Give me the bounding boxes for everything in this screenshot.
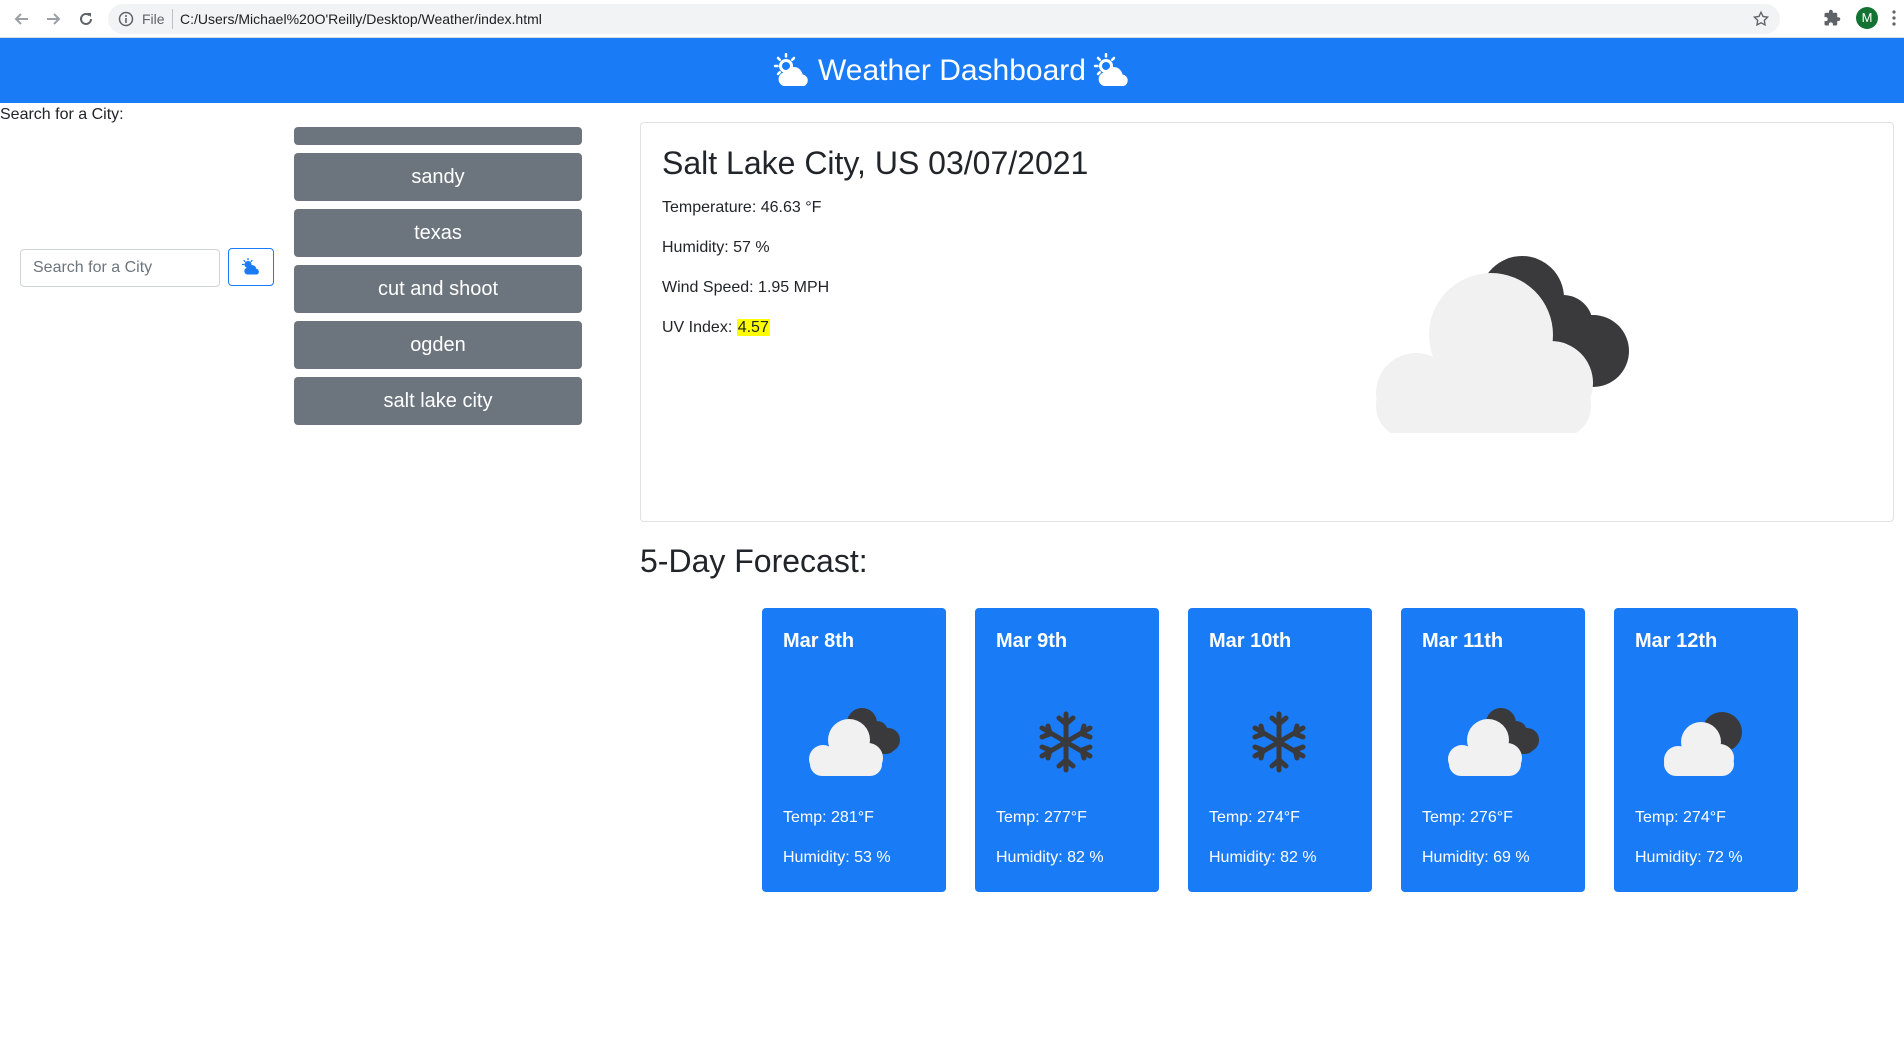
search-history: sandy texas cut and shoot ogden salt lak… [294,127,582,425]
browser-toolbar: File C:/Users/Michael%20O'Reilly/Desktop… [0,0,1904,38]
forecast-humidity: Humidity: 82 % [1209,849,1317,866]
forecast-humidity: Humidity: 53 % [783,849,891,866]
history-button-sandy[interactable]: sandy [294,153,582,201]
page-title: Weather Dashboard [818,53,1086,87]
forecast-card: Mar 11th Temp: 276°F Humidity: 69 % [1401,608,1585,892]
uv-value-badge: 4.57 [736,319,770,336]
forecast-temp: Temp: 276°F [1422,809,1513,826]
clouds-icon [1448,708,1539,776]
forecast-card: Mar 10th Temp: 274°F Humidity: 82 % [1188,608,1372,892]
cloud-sun-icon [773,52,808,86]
forecast-date: Mar 8th [783,630,855,652]
menu-dots-icon[interactable] [1892,10,1896,26]
cloud-moon-icon [1664,712,1742,776]
reload-icon[interactable] [74,7,98,31]
history-button-empty[interactable] [294,127,582,145]
forecast-humidity: Humidity: 82 % [996,849,1104,866]
forecast-date: Mar 10th [1209,630,1292,652]
search-button[interactable] [228,248,274,286]
history-button-ogden[interactable]: ogden [294,321,582,369]
extensions-puzzle-icon[interactable] [1823,9,1841,27]
current-humidity: Humidity: 57 % [662,239,770,256]
current-weather-card: Salt Lake City, US 03/07/2021 Temperatur… [640,122,1894,522]
forecast-temp: Temp: 274°F [1209,809,1300,826]
forecast-date: Mar 11th [1422,630,1504,652]
page-header: Weather Dashboard [0,38,1904,103]
uv-label: UV Index: [662,319,737,336]
url-text[interactable]: C:/Users/Michael%20O'Reilly/Desktop/Weat… [180,11,542,27]
current-uv-index: UV Index: 4.57 [662,319,770,337]
cloud-sun-icon [241,258,259,275]
bookmark-star-icon[interactable] [1752,10,1770,28]
forward-icon[interactable] [41,7,65,31]
search-label: Search for a City: [0,106,124,123]
forecast-humidity: Humidity: 72 % [1635,849,1743,866]
forecast-temp: Temp: 281°F [783,809,874,826]
history-button-salt-lake-city[interactable]: salt lake city [294,377,582,425]
forecast-temp: Temp: 274°F [1635,809,1726,826]
divider [172,9,173,29]
clouds-icon [809,708,900,776]
profile-avatar[interactable]: M [1856,7,1878,29]
history-button-texas[interactable]: texas [294,209,582,257]
info-icon[interactable] [118,11,134,27]
history-button-cut-and-shoot[interactable]: cut and shoot [294,265,582,313]
forecast-humidity: Humidity: 69 % [1422,849,1530,866]
url-scheme: File [142,11,165,27]
forecast-date: Mar 12th [1635,630,1718,652]
forecast-card: Mar 9th Temp: 277°F Humidity: 82 % [975,608,1159,892]
snowflake-icon [1252,711,1306,773]
forecast-card: Mar 8th Temp: 281°F Humidity: 53 % [762,608,946,892]
clouds-icon [1376,256,1629,433]
current-city-title: Salt Lake City, US 03/07/2021 [662,145,1089,181]
forecast-date: Mar 9th [996,630,1068,652]
back-icon[interactable] [10,7,34,31]
forecast-heading: 5-Day Forecast: [640,543,868,579]
forecast-card: Mar 12th Temp: 274°F Humidity: 72 % [1614,608,1798,892]
address-bar[interactable]: File C:/Users/Michael%20O'Reilly/Desktop… [108,4,1780,34]
cloud-sun-icon [1093,52,1128,86]
current-temperature: Temperature: 46.63 °F [662,199,822,216]
forecast-temp: Temp: 277°F [996,809,1087,826]
search-input[interactable] [20,249,220,287]
current-wind-speed: Wind Speed: 1.95 MPH [662,279,830,296]
snowflake-icon [1039,711,1093,773]
